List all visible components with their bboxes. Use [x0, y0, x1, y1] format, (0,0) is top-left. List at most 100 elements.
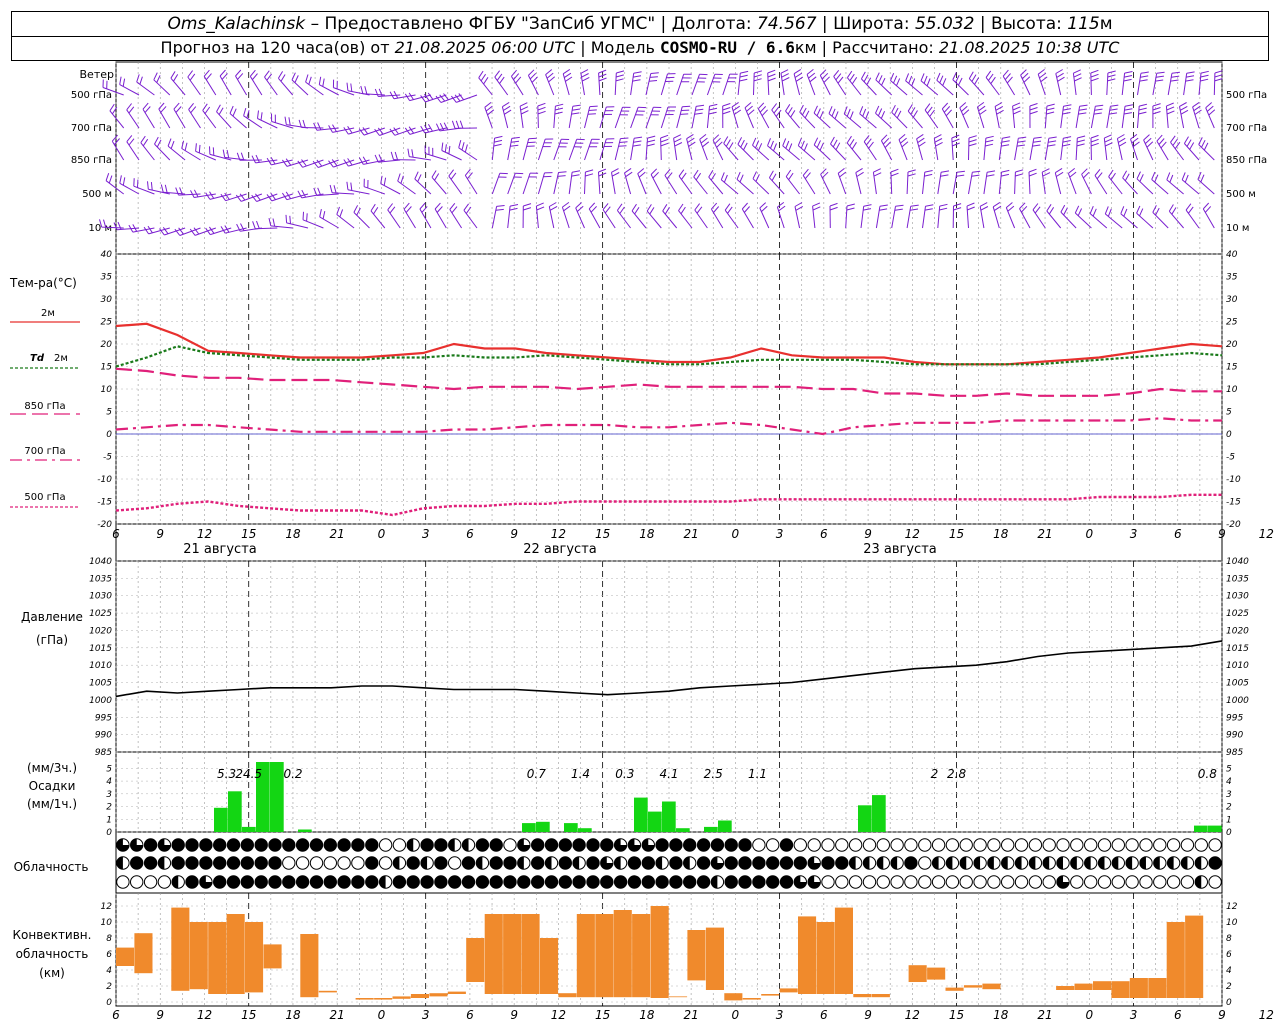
wind-barb-feather: [255, 154, 260, 163]
cloud-symbol: [503, 856, 517, 870]
precip-bar: [242, 826, 256, 832]
wind-barb-feather: [459, 120, 464, 129]
cloud-symbol: [973, 838, 987, 852]
wind-barb-feather: [364, 86, 368, 95]
wind-barb: [278, 77, 294, 96]
wind-barb-feather: [696, 206, 703, 214]
wind-barb: [370, 210, 386, 229]
cloud-symbol: [531, 838, 545, 852]
wind-barb-feather: [1180, 109, 1189, 115]
wind-barb: [1002, 75, 1016, 96]
wind-barb-feather: [1032, 144, 1041, 147]
wind-barb-feather: [962, 109, 970, 116]
press-tick-right: 990: [1226, 731, 1243, 741]
wind-barb-feather: [985, 143, 994, 147]
precip-bar: [858, 805, 872, 832]
cloud-symbol: [558, 856, 572, 870]
wind-barb-feather: [800, 140, 805, 149]
cloud-symbol: [365, 856, 379, 870]
pressure-line: [115, 640, 1223, 698]
wind-barb-feather: [632, 144, 641, 147]
wind-barb-feather: [494, 139, 503, 143]
x-tick-label: 9: [156, 527, 164, 541]
wind-barb-feather: [813, 137, 819, 146]
wind-barb: [731, 106, 739, 129]
wind-barb-feather: [546, 72, 554, 79]
cloud-symbol: [558, 875, 572, 889]
wind-barb-feather: [1029, 103, 1038, 107]
wind-barb-feather: [143, 226, 150, 235]
temp-tick-right: 35: [1226, 273, 1238, 283]
x-tick-label-bottom: 6: [466, 1008, 474, 1022]
wind-barb-feather: [985, 70, 992, 78]
wind-barb-feather: [967, 206, 975, 211]
wind-barb-feather: [1062, 112, 1071, 115]
wind-barb-feather: [722, 103, 731, 107]
wind-barb-feather: [846, 108, 851, 117]
wind-barb-feather: [387, 203, 393, 211]
wind-barb-feather: [934, 134, 942, 139]
cloud-half: [973, 856, 981, 870]
wind-barb-feather: [649, 207, 655, 215]
wind-barb-feather: [790, 110, 796, 118]
cloud-symbol: [130, 856, 144, 870]
wind-barb-feather: [616, 70, 625, 74]
cloud-half: [158, 856, 165, 870]
cloud-symbol: [282, 856, 296, 870]
wind-barb-feather: [1029, 107, 1038, 111]
wind-barb-feather: [480, 73, 487, 82]
cloud-symbol: [378, 838, 393, 852]
wind-barb-feather: [1124, 71, 1133, 74]
cloud-half: [711, 875, 718, 889]
wind-barb-feather: [1124, 173, 1130, 181]
wind-barb-feather: [1198, 137, 1203, 145]
wind-barb: [752, 178, 770, 195]
wind-barb: [584, 139, 593, 161]
press-tick-right: 1020: [1226, 626, 1249, 636]
wind-barb: [1014, 171, 1016, 195]
wind-barb: [660, 106, 669, 129]
wind-barb: [119, 84, 140, 96]
wind-barb: [875, 79, 893, 96]
wind-barb-feather: [896, 78, 901, 86]
wind-barb-feather: [917, 137, 925, 144]
wind-barb-feather: [777, 201, 785, 208]
wind-barb-feather: [720, 172, 725, 180]
wind-barb-feather: [1180, 105, 1188, 111]
wind-barb: [553, 106, 556, 129]
wind-barb-feather: [205, 73, 212, 81]
wind-barb-feather: [167, 138, 172, 147]
wind-barb-feather: [1166, 102, 1174, 107]
wind-barb: [676, 106, 683, 129]
wind-barb-feather: [1002, 69, 1009, 77]
wind-barb: [906, 171, 909, 195]
wind-barb-feather: [757, 102, 765, 110]
wind-barb-feather: [952, 142, 960, 147]
wind-barb-feather: [1189, 142, 1195, 150]
cloud-symbol: [420, 875, 434, 889]
wind-barb-feather: [277, 71, 284, 79]
cloud-symbol: [323, 856, 337, 870]
cloud-symbol: [268, 856, 282, 870]
wind-barb: [425, 153, 447, 161]
convective-bar: [632, 914, 651, 998]
x-tick-label-bottom: 21: [1037, 1008, 1052, 1022]
x-tick-label-bottom: 15: [949, 1008, 964, 1022]
wind-barb: [645, 73, 652, 96]
wind-barb-feather: [804, 172, 811, 180]
wind-barb: [646, 210, 662, 229]
cloud-symbol: [835, 875, 849, 889]
wind-barb: [1060, 138, 1064, 161]
wind-barb-feather: [1205, 102, 1213, 109]
wind-barb-feather: [571, 174, 580, 177]
cloud-symbol: [1139, 875, 1153, 889]
wind-barb-feather: [803, 143, 808, 151]
cloud-symbol: [295, 856, 310, 870]
wind-barb-feather: [968, 139, 977, 143]
wind-barb: [924, 109, 939, 129]
precip-3h-label: 2: [931, 767, 939, 781]
wind-barb-feather: [916, 133, 924, 140]
wind-barb-feather: [1001, 144, 1010, 147]
wind-barb-feather: [633, 71, 642, 74]
cloud-symbol: [821, 856, 835, 870]
